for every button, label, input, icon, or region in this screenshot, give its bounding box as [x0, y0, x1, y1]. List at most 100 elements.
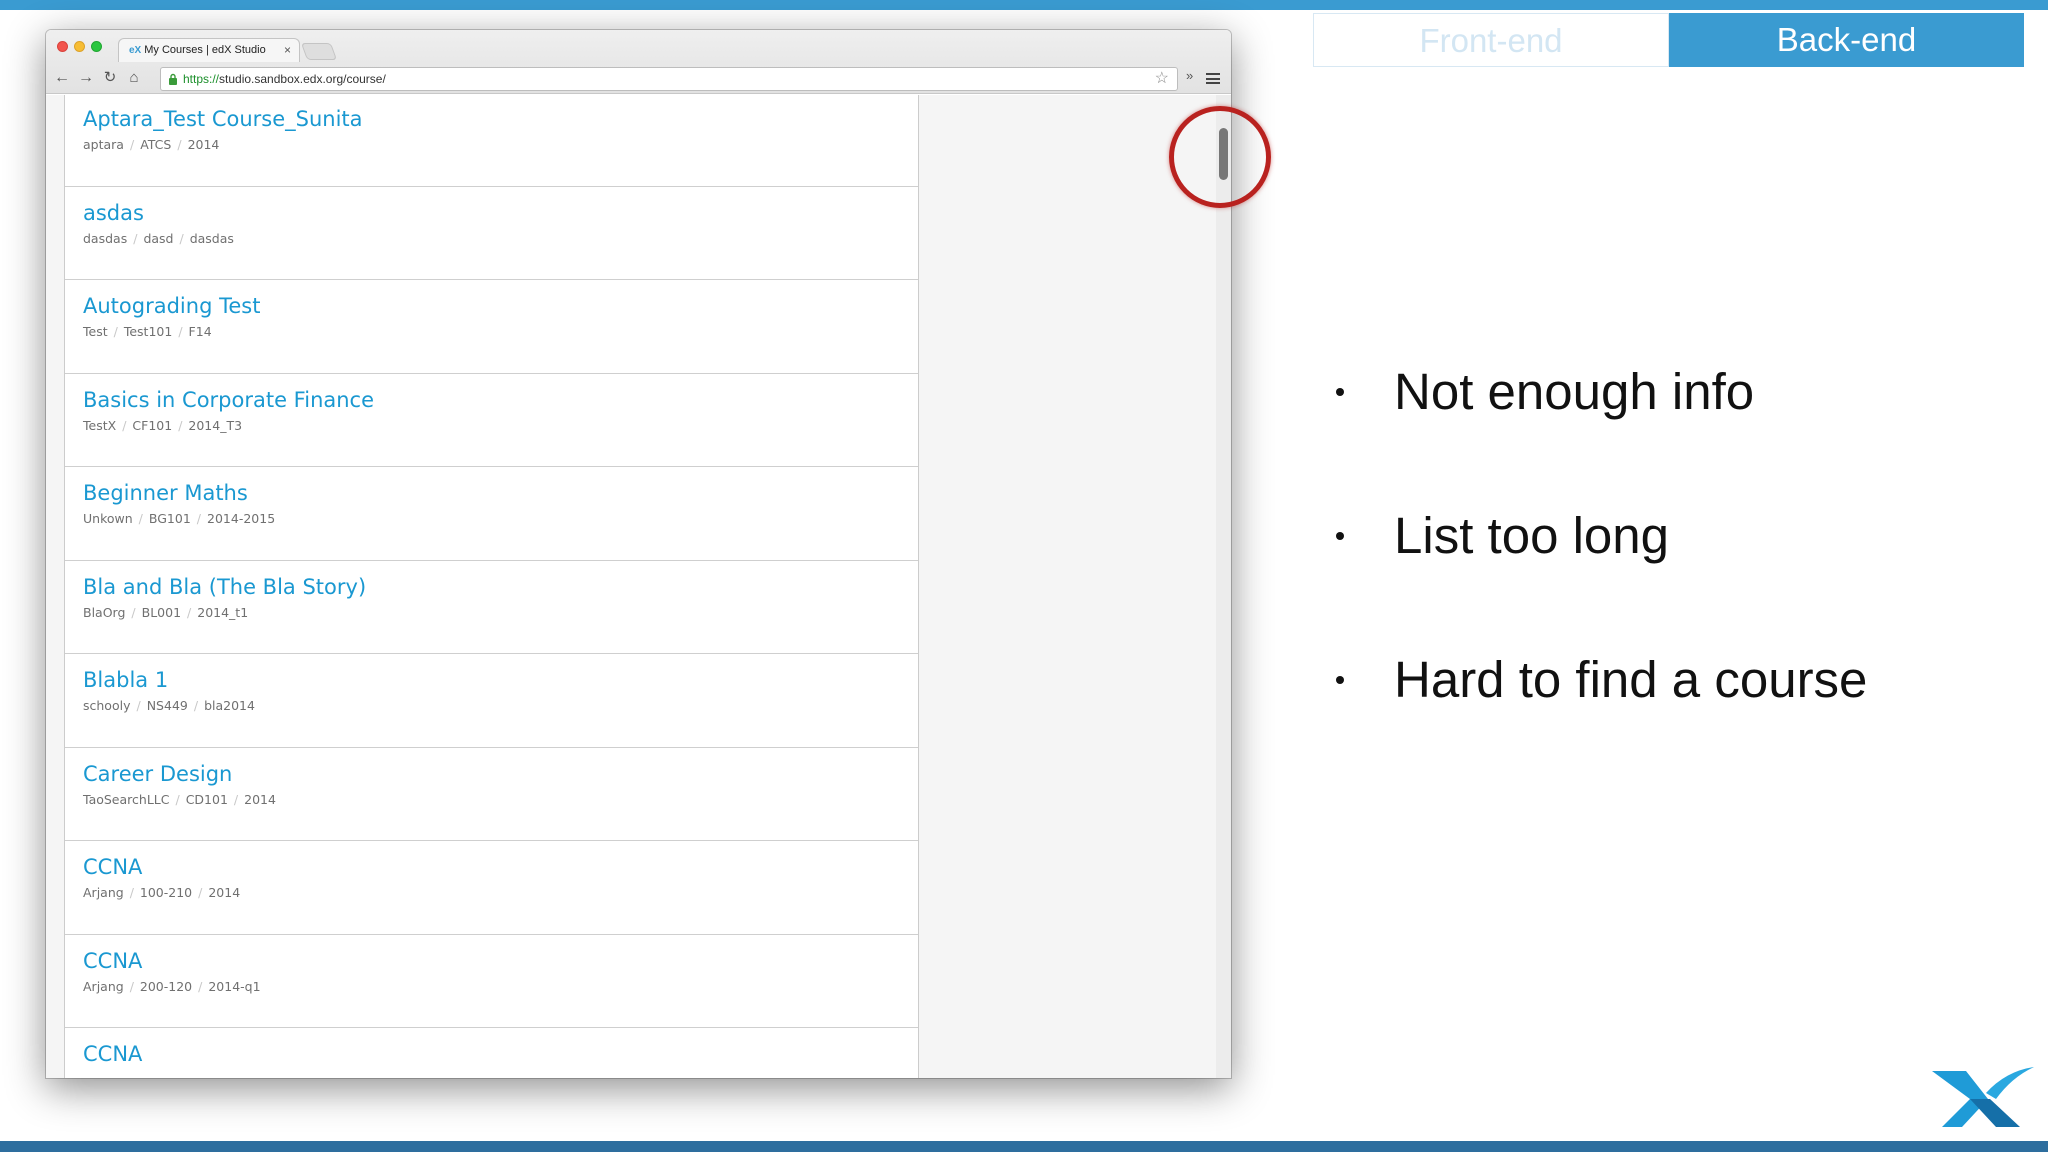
course-run: F14 — [188, 324, 212, 339]
course-number: Test101 — [123, 324, 173, 339]
meta-separator: / — [193, 698, 199, 713]
minimize-window-icon[interactable] — [74, 41, 85, 52]
course-meta: TestX / CF101 / 2014_T3 — [83, 418, 918, 433]
course-org: schooly — [83, 698, 131, 713]
course-title-link[interactable]: CCNA — [83, 853, 918, 881]
bullet-item: List too long — [1336, 498, 2036, 642]
bullet-dot-icon — [1336, 388, 1344, 396]
course-number: 200-120 — [139, 978, 193, 994]
course-title-link[interactable]: Basics in Corporate Finance — [83, 386, 918, 414]
course-list-item[interactable]: Autograding Test Test / Test101 / F14 — [65, 280, 918, 374]
course-meta: Arjang / 200-120 / 2014-q1 — [83, 979, 918, 994]
back-arrow-icon[interactable]: ← — [52, 68, 72, 88]
meta-separator: / — [129, 137, 135, 152]
course-meta: Unkown / BG101 / 2014-2015 — [83, 511, 918, 526]
course-run: dasdas — [189, 230, 234, 246]
course-title-link[interactable]: Blabla 1 — [83, 666, 918, 694]
slide-top-bar — [0, 0, 2048, 10]
meta-separator: / — [198, 885, 203, 900]
course-list-item[interactable]: Bla and Bla (The Bla Story) BlaOrg / BL001 /… — [65, 561, 918, 654]
highlight-circle-annotation — [1169, 106, 1271, 208]
meta-separator: / — [113, 324, 118, 339]
course-title-link[interactable]: Aptara_Test Course_Sunita — [83, 105, 918, 133]
course-org: TaoSearchLLC — [83, 791, 170, 807]
course-meta: aptara / ATCS / 2014 — [83, 137, 918, 152]
course-list-item[interactable]: Basics in Corporate Finance TestX / CF101 / 2… — [65, 374, 918, 467]
bullet-dot-icon — [1336, 676, 1344, 684]
course-list: Aptara_Test Course_Sunita aptara / ATCS / 201… — [64, 95, 919, 1078]
course-title-link[interactable]: Beginner Maths — [83, 479, 918, 507]
course-number: NS449 — [146, 698, 188, 713]
url-scheme: https:// — [183, 72, 220, 86]
close-window-icon[interactable] — [57, 41, 68, 52]
course-list-item[interactable]: asdas dasdas / dasd / dasdas — [65, 187, 918, 280]
new-tab-button[interactable] — [300, 43, 338, 60]
course-title-link[interactable]: Autograding Test — [83, 292, 918, 320]
bullet-text: Hard to find a course — [1394, 651, 1868, 708]
course-org: dasdas — [83, 230, 128, 246]
reload-icon[interactable]: ↻ — [100, 68, 120, 88]
meta-separator: / — [178, 417, 183, 433]
navigation-bar: ← → ↻ ⌂ https://studio.sandbox.edx.org/c… — [46, 64, 1231, 94]
course-list-item[interactable]: CCNA Arjang / 100-210 / 2014 — [65, 841, 918, 935]
bookmark-star-icon[interactable]: ☆ — [1155, 68, 1169, 90]
meta-separator: / — [136, 698, 141, 713]
course-run: 2014_t1 — [197, 604, 249, 620]
extensions-overflow-icon[interactable]: » — [1186, 68, 1193, 83]
meta-separator: / — [175, 791, 180, 807]
browser-tab[interactable]: eX My Courses | edX Studio × — [118, 38, 300, 62]
course-meta: dasdas / dasd / dasdas — [83, 231, 918, 246]
course-title-link[interactable]: CCNA — [83, 1040, 918, 1068]
course-list-item[interactable]: Blabla 1 schooly / NS449 / bla2014 — [65, 654, 918, 748]
scrollbar-track[interactable] — [1216, 95, 1231, 1078]
front-end-tab[interactable]: Front-end — [1313, 13, 1669, 67]
meta-separator: / — [129, 885, 134, 900]
course-run: 2014_T3 — [188, 417, 243, 433]
course-list-item[interactable]: CCNA — [65, 1028, 918, 1078]
course-title-link[interactable]: CCNA — [83, 947, 918, 975]
course-list-item[interactable]: CCNA Arjang / 200-120 / 2014-q1 — [65, 935, 918, 1028]
meta-separator: / — [131, 604, 136, 620]
meta-separator: / — [233, 791, 239, 807]
course-meta: TaoSearchLLC / CD101 / 2014 — [83, 792, 918, 807]
meta-separator: / — [122, 417, 127, 433]
course-list-item[interactable]: Career Design TaoSearchLLC / CD101 / 2014 — [65, 748, 918, 841]
course-list-item[interactable]: Beginner Maths Unkown / BG101 / 2014-2015 — [65, 467, 918, 561]
course-meta: BlaOrg / BL001 / 2014_t1 — [83, 605, 918, 620]
course-meta: schooly / NS449 / bla2014 — [83, 698, 918, 713]
address-bar[interactable]: https://studio.sandbox.edx.org/course/ ☆ — [160, 67, 1178, 91]
course-title-link[interactable]: Bla and Bla (The Bla Story) — [83, 573, 918, 601]
bullet-item: Not enough info — [1336, 354, 2036, 498]
course-run: 2014 — [244, 791, 276, 807]
meta-separator: / — [196, 511, 202, 526]
page-viewport: Aptara_Test Course_Sunita aptara / ATCS / 201… — [46, 95, 1231, 1078]
browser-menu-icon[interactable] — [1206, 73, 1220, 84]
bullet-dot-icon — [1336, 532, 1344, 540]
course-run: 2014-q1 — [208, 978, 261, 994]
back-end-tab[interactable]: Back-end — [1669, 13, 2024, 67]
course-title-link[interactable]: Career Design — [83, 760, 918, 788]
course-org: BlaOrg — [83, 604, 126, 620]
bullet-item: Hard to find a course — [1336, 642, 2036, 786]
tab-close-icon[interactable]: × — [284, 39, 291, 61]
slide-bottom-bar — [0, 1141, 2048, 1152]
bullet-text: List too long — [1394, 507, 1670, 564]
course-number: CF101 — [132, 417, 173, 433]
course-run: 2014-2015 — [207, 511, 276, 526]
course-number: BL001 — [141, 604, 182, 620]
meta-separator: / — [198, 978, 203, 994]
forward-arrow-icon[interactable]: → — [76, 68, 96, 88]
edx-favicon-icon: eX — [129, 45, 142, 56]
course-org: Test — [83, 324, 108, 339]
edx-x-logo-icon — [1932, 1067, 2034, 1127]
course-org: Arjang — [83, 885, 124, 900]
maximize-window-icon[interactable] — [91, 41, 102, 52]
home-icon[interactable]: ⌂ — [124, 68, 144, 88]
course-org: Unkown — [83, 511, 133, 526]
course-title-link[interactable]: asdas — [83, 199, 918, 227]
meta-separator: / — [178, 324, 183, 339]
meta-separator: / — [187, 604, 192, 620]
course-org: aptara — [83, 137, 124, 152]
course-org: Arjang — [83, 978, 124, 994]
course-list-item[interactable]: Aptara_Test Course_Sunita aptara / ATCS / 201… — [65, 95, 918, 187]
